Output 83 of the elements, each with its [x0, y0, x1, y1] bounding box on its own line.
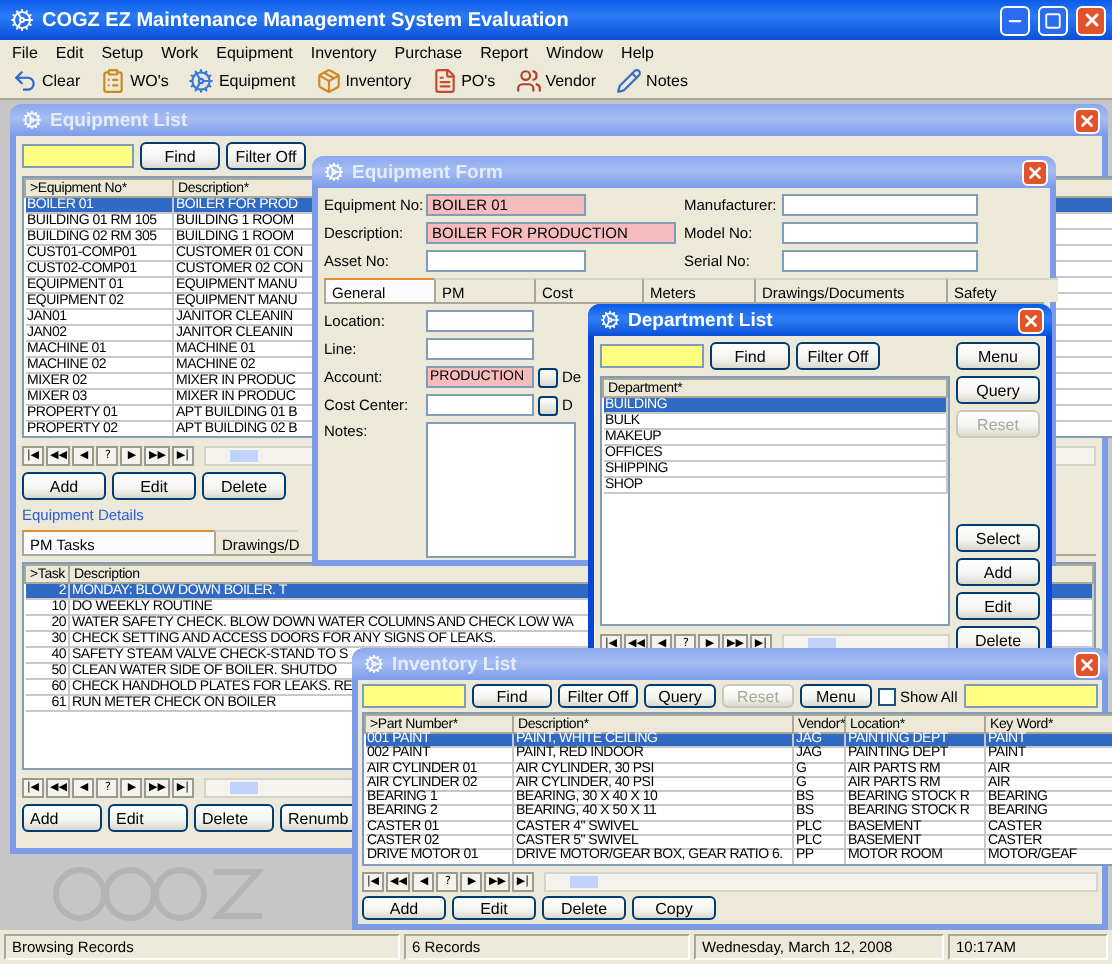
- menu-item[interactable]: Equipment: [216, 43, 293, 61]
- button[interactable]: Menu: [956, 342, 1040, 370]
- close-button[interactable]: [1076, 5, 1106, 35]
- button[interactable]: Edit: [452, 896, 536, 920]
- toolbar-button[interactable]: PO's: [427, 65, 500, 97]
- clipboard-icon: [100, 68, 127, 94]
- button[interactable]: Filter Off: [558, 684, 638, 708]
- close-button[interactable]: [1018, 307, 1044, 333]
- text-field[interactable]: [426, 394, 534, 416]
- close-icon: [1022, 311, 1040, 329]
- document-icon: [431, 68, 458, 94]
- gear-icon: [600, 310, 620, 330]
- people-icon: [515, 68, 542, 94]
- search-field[interactable]: [362, 684, 466, 708]
- button[interactable]: Edit: [112, 472, 196, 500]
- toolbar-button[interactable]: Equipment: [184, 65, 300, 97]
- text-field[interactable]: [426, 338, 534, 360]
- menu-item[interactable]: Edit: [55, 43, 84, 61]
- button[interactable]: Query: [956, 376, 1040, 404]
- close-button[interactable]: [1022, 159, 1048, 185]
- button[interactable]: Delete: [542, 896, 626, 920]
- button[interactable]: Find: [472, 684, 552, 708]
- toolbar-button[interactable]: WO's: [96, 65, 173, 97]
- menu-item[interactable]: Report: [480, 43, 529, 61]
- scrollbar[interactable]: [543, 871, 1098, 891]
- button[interactable]: Add: [22, 472, 106, 500]
- close-icon: [1081, 10, 1101, 30]
- button[interactable]: Delete: [194, 804, 274, 832]
- button[interactable]: Add: [362, 896, 446, 920]
- toolbar-button[interactable]: Notes: [612, 65, 692, 97]
- text-field[interactable]: [426, 250, 586, 272]
- menu-item[interactable]: Inventory: [310, 43, 377, 61]
- search-field[interactable]: [22, 144, 134, 168]
- gear-icon: [364, 654, 384, 674]
- pencil-icon: [616, 68, 643, 94]
- close-icon: [1078, 655, 1096, 673]
- menu-item[interactable]: Help: [621, 43, 654, 61]
- window-title: Department List: [628, 309, 775, 331]
- minimize-button[interactable]: [1000, 5, 1030, 35]
- toolbar-button[interactable]: Inventory: [311, 65, 416, 97]
- window-title: Equipment Form: [352, 161, 505, 183]
- gear-icon: [22, 110, 42, 130]
- button[interactable]: Query: [644, 684, 716, 708]
- undo-arrow-icon: [12, 68, 38, 94]
- text-field[interactable]: [426, 310, 534, 332]
- search-field[interactable]: [600, 344, 704, 368]
- text-field[interactable]: [782, 194, 978, 216]
- box-icon: [315, 68, 342, 94]
- gear-icon: [10, 8, 34, 32]
- toolbar-button[interactable]: Clear: [8, 65, 85, 97]
- search-field[interactable]: [963, 684, 1098, 708]
- window-title: Inventory List: [392, 653, 519, 675]
- notes-field[interactable]: [426, 422, 576, 558]
- close-icon: [1026, 163, 1044, 181]
- maximize-button[interactable]: [1038, 5, 1068, 35]
- gear-icon: [324, 162, 344, 182]
- window-title: Equipment List: [50, 109, 190, 131]
- close-button[interactable]: [1074, 107, 1100, 133]
- button[interactable]: Find: [710, 342, 790, 370]
- checkbox[interactable]: [878, 687, 896, 705]
- button[interactable]: Edit: [108, 804, 188, 832]
- menu-item[interactable]: Setup: [101, 43, 144, 61]
- button[interactable]: Copy: [632, 896, 716, 920]
- text-field[interactable]: [782, 222, 978, 244]
- button[interactable]: Select: [956, 524, 1040, 552]
- menu-item[interactable]: File: [12, 43, 38, 61]
- app-title: COGZ EZ Maintenance Management System Evaluation: [42, 9, 571, 31]
- button[interactable]: Add: [956, 558, 1040, 586]
- close-icon: [1078, 111, 1096, 129]
- text-field[interactable]: [782, 250, 978, 272]
- button[interactable]: Filter Off: [796, 342, 880, 370]
- button[interactable]: Menu: [800, 684, 872, 708]
- menu-item[interactable]: Window: [546, 43, 604, 61]
- button[interactable]: Delete: [202, 472, 286, 500]
- button[interactable]: Edit: [956, 592, 1040, 620]
- menu-item[interactable]: Purchase: [394, 43, 463, 61]
- button[interactable]: Add: [22, 804, 102, 832]
- maximize-icon: [1044, 11, 1062, 29]
- toolbar-button[interactable]: Vendor: [511, 65, 601, 97]
- button[interactable]: Find: [140, 142, 220, 170]
- menu-item[interactable]: Work: [161, 43, 199, 61]
- close-button[interactable]: [1074, 651, 1100, 677]
- button[interactable]: Filter Off: [226, 142, 306, 170]
